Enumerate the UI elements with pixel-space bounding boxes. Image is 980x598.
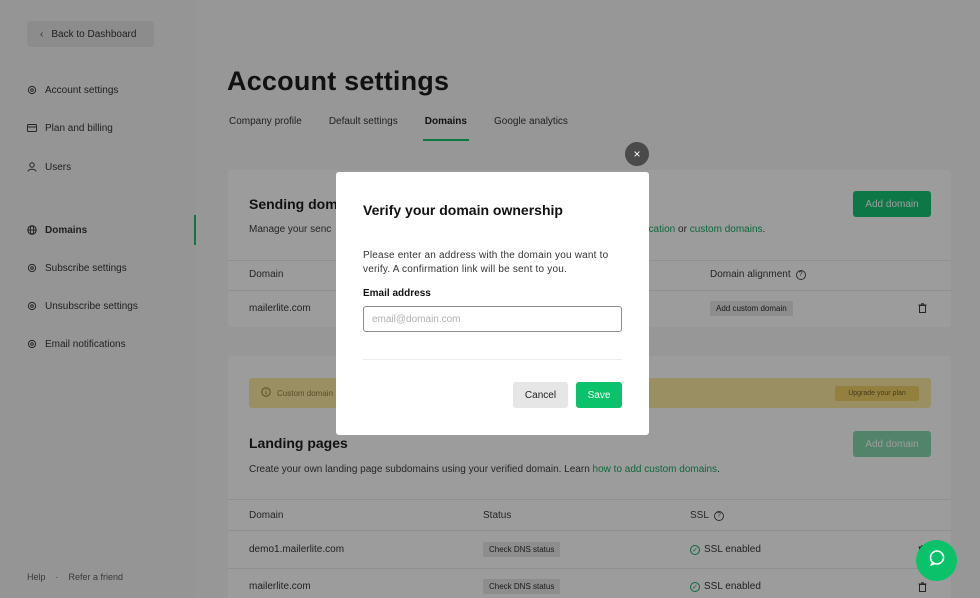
modal-description: Please enter an address with the domain …: [363, 250, 609, 275]
divider: [363, 359, 622, 360]
modal-title: Verify your domain ownership: [363, 202, 563, 218]
chat-icon: [928, 549, 946, 572]
chat-button[interactable]: [916, 540, 957, 581]
close-modal-button[interactable]: ×: [625, 142, 649, 166]
cancel-button[interactable]: Cancel: [513, 382, 568, 408]
save-button[interactable]: Save: [576, 382, 622, 408]
verify-domain-modal: Verify your domain ownership Please ente…: [336, 172, 649, 435]
email-field[interactable]: [363, 306, 622, 332]
email-label: Email address: [363, 288, 431, 299]
